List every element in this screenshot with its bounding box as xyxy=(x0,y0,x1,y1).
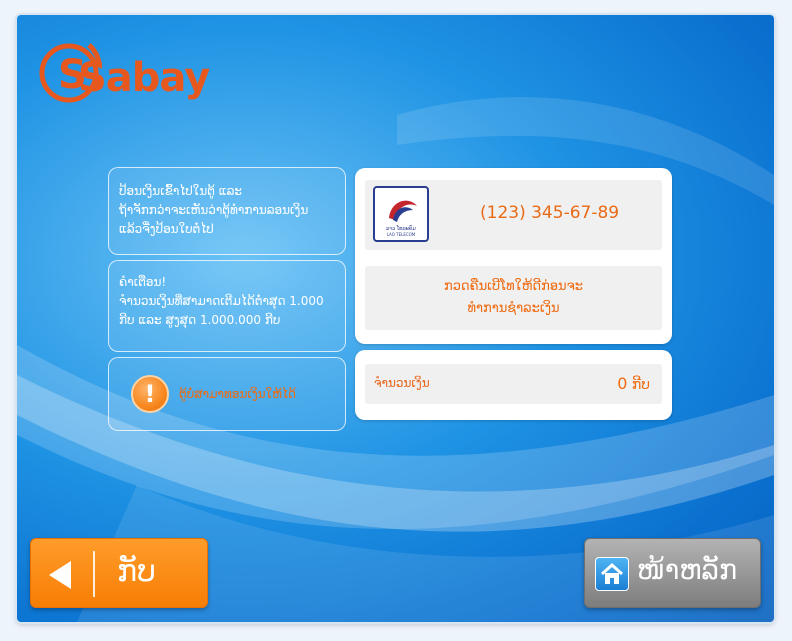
message-line: ກວດຄືນເບີໂທໃຫ້ດີກ່ອນຈະ xyxy=(444,279,583,294)
no-change-alert: ! ຕູ້ບໍ່ສາມາທອນເງິນໃຫ້ໄດ້ xyxy=(108,357,346,431)
message-line: ທຳການຊຳລະເງິນ xyxy=(467,301,560,316)
lao-telecom-emblem: ລາວ ໂທລະຄົມ LAO TELECOM xyxy=(386,200,417,237)
instruction-line: ແລ້ວຈື່ງປ້ອນໃບຕໍ່ໄປ xyxy=(119,222,214,236)
amount-unit: ກີບ xyxy=(631,377,650,393)
phone-row: ລາວ ໂທລະຄົມ LAO TELECOM (123) 345-67-89 xyxy=(365,180,662,250)
lao-telecom-logo: ລາວ ໂທລະຄົມ LAO TELECOM xyxy=(373,186,429,242)
amount-card: ຈຳນວນເງິນ 0 ກີບ xyxy=(355,350,672,420)
warning-box: ຄຳເຕືອນ! ຈຳນວນເງິນທີ່ສາມາດເຕີມໄດ້ຕ່ຳສຸດ … xyxy=(108,260,346,352)
amount-value: 0 ກີບ xyxy=(617,374,650,393)
amount-label: ຈຳນວນເງິນ xyxy=(374,376,430,390)
sabay-logo: S Sabay xyxy=(31,33,231,113)
sabay-wordmark: Sabay xyxy=(78,55,210,101)
check-number-message: ກວດຄືນເບີໂທໃຫ້ດີກ່ອນຈະ ທຳການຊຳລະເງິນ xyxy=(365,266,662,330)
home-button-label: ໜ້າຫລັກ xyxy=(637,555,738,586)
back-button[interactable]: ກັບ xyxy=(30,538,208,608)
back-button-label: ກັບ xyxy=(117,554,156,589)
kiosk-screen: S Sabay ປ້ອນເງິນເຂົ້າໄປໃນຕູ້ ແລະ ຖ້າຈັກກ… xyxy=(17,15,774,622)
instruction-line: ຖ້າຈັກກວ່າຈະເຫັນວ່າຕູ້ທຳການລອນເງິນ xyxy=(119,203,309,217)
phone-number: (123) 345-67-89 xyxy=(480,203,620,223)
phone-card: ລາວ ໂທລະຄົມ LAO TELECOM (123) 345-67-89 … xyxy=(355,168,672,344)
house-icon xyxy=(600,562,624,584)
warning-title: ຄຳເຕືອນ! xyxy=(119,275,167,289)
instruction-line: ປ້ອນເງິນເຂົ້າໄປໃນຕູ້ ແລະ xyxy=(119,184,243,198)
lao-telecom-name-en: LAO TELECOM xyxy=(387,232,416,237)
home-button[interactable]: ໜ້າຫລັກ xyxy=(584,538,761,608)
alert-text: ຕູ້ບໍ່ສາມາທອນເງິນໃຫ້ໄດ້ xyxy=(179,386,296,401)
back-button-divider xyxy=(93,551,95,597)
home-icon xyxy=(595,557,629,591)
warning-line: ກີບ ແລະ ສູງສຸດ 1.000.000 ກີບ xyxy=(119,313,281,327)
exclamation-icon: ! xyxy=(131,375,169,413)
amount-row: ຈຳນວນເງິນ 0 ກີບ xyxy=(365,364,662,404)
lao-telecom-name: ລາວ ໂທລະຄົມ xyxy=(386,225,416,232)
back-arrow-icon xyxy=(49,561,71,589)
warning-line: ຈຳນວນເງິນທີ່ສາມາດເຕີມໄດ້ຕ່ຳສຸດ 1.000 xyxy=(119,294,324,308)
instruction-box: ປ້ອນເງິນເຂົ້າໄປໃນຕູ້ ແລະ ຖ້າຈັກກວ່າຈະເຫັ… xyxy=(108,167,346,255)
amount-number: 0 xyxy=(617,374,628,393)
